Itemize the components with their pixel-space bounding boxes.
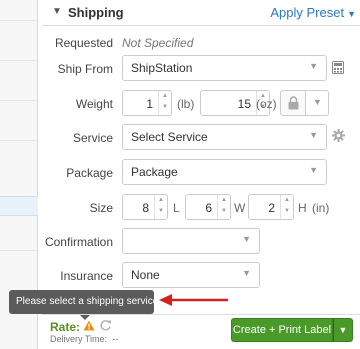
package-label: Package: [66, 166, 113, 180]
ship-from-select[interactable]: ShipStation ▼: [122, 55, 327, 81]
chevron-down-icon: ▼: [338, 325, 348, 335]
footer-divider: [42, 314, 360, 315]
calculator-icon[interactable]: [332, 61, 344, 77]
lock-icon: [287, 96, 300, 113]
size-width-stepper[interactable]: ▲ ▼: [217, 195, 230, 219]
create-print-label-button[interactable]: Create + Print Label: [231, 318, 333, 342]
size-length-unit: L: [173, 201, 180, 215]
ship-from-label: Ship From: [57, 62, 113, 76]
ship-from-value: ShipStation: [131, 61, 193, 75]
delivery-time: Delivery Time: --: [50, 334, 119, 344]
chevron-down-icon: ▼: [242, 268, 251, 278]
weight-lb-unit: (lb): [177, 97, 195, 111]
weight-oz-value: 15: [237, 97, 251, 111]
gear-icon[interactable]: [332, 129, 345, 145]
size-height-value: 2: [268, 201, 275, 215]
confirmation-select[interactable]: ▼: [122, 228, 260, 254]
delivery-time-label: Delivery Time:: [50, 334, 108, 344]
list-divider: [0, 60, 38, 61]
insurance-value: None: [131, 268, 160, 282]
rate-label: Rate:: [50, 320, 81, 334]
chevron-down-icon: ▼: [309, 165, 318, 175]
size-height-input[interactable]: 2 ▲ ▼: [248, 194, 294, 220]
weight-lb-value: 1: [146, 97, 153, 111]
size-height-stepper[interactable]: ▲ ▼: [280, 195, 293, 219]
scale-dropdown-button[interactable]: ▼: [305, 90, 329, 116]
tooltip-text: Please select a shipping service.: [16, 296, 162, 307]
chevron-down-icon: ▼: [313, 97, 322, 107]
package-value: Package: [131, 165, 178, 179]
caret-down-icon[interactable]: ▼: [52, 6, 62, 17]
size-width-value: 6: [205, 201, 212, 215]
shipping-title: Shipping: [68, 5, 124, 20]
selected-row[interactable]: [0, 196, 38, 216]
apply-preset-label: Apply Preset: [270, 5, 345, 20]
chevron-down-icon: ▼: [309, 61, 318, 71]
refresh-icon[interactable]: [99, 319, 112, 335]
chevron-down-icon: ▼: [242, 234, 251, 244]
delivery-time-value: --: [112, 334, 119, 344]
weight-lb-stepper[interactable]: ▲ ▼: [158, 91, 171, 115]
chevron-down-icon: ▼: [347, 9, 356, 19]
warning-icon[interactable]: [83, 320, 95, 334]
list-divider: [0, 20, 38, 21]
size-length-value: 8: [142, 201, 149, 215]
size-length-input[interactable]: 8 ▲ ▼: [122, 194, 168, 220]
weight-oz-unit: (oz): [256, 97, 277, 111]
service-select[interactable]: Select Service ▼: [122, 124, 327, 150]
package-select[interactable]: Package ▼: [122, 159, 327, 185]
requested-label: Requested: [54, 36, 113, 50]
size-width-unit: W: [234, 201, 246, 215]
service-value: Select Service: [131, 130, 208, 144]
size-label: Size: [89, 201, 113, 215]
size-length-stepper[interactable]: ▲ ▼: [154, 195, 167, 219]
chevron-down-icon: ▼: [309, 130, 318, 140]
annotation-arrow-icon: [159, 294, 228, 306]
weight-label: Weight: [75, 97, 113, 111]
list-divider: [0, 140, 38, 141]
size-unit: (in): [312, 201, 330, 215]
list-divider: [0, 100, 38, 101]
insurance-select[interactable]: None ▼: [122, 262, 260, 288]
scale-lock-button[interactable]: [280, 90, 306, 116]
insurance-label: Insurance: [60, 269, 113, 283]
service-tooltip: Please select a shipping service.: [9, 290, 161, 320]
confirmation-label: Confirmation: [44, 235, 113, 249]
service-label: Service: [72, 131, 113, 145]
size-height-unit: H: [298, 201, 307, 215]
weight-lb-input[interactable]: 1 ▲ ▼: [122, 90, 172, 116]
apply-preset-button[interactable]: Apply Preset ▼: [270, 5, 356, 20]
requested-value: Not Specified: [122, 36, 194, 50]
shipping-header: ▼ Shipping Apply Preset ▼: [42, 0, 360, 26]
size-width-input[interactable]: 6 ▲ ▼: [185, 194, 231, 220]
create-options-dropdown-button[interactable]: ▼: [333, 318, 353, 342]
list-divider: [0, 250, 38, 251]
